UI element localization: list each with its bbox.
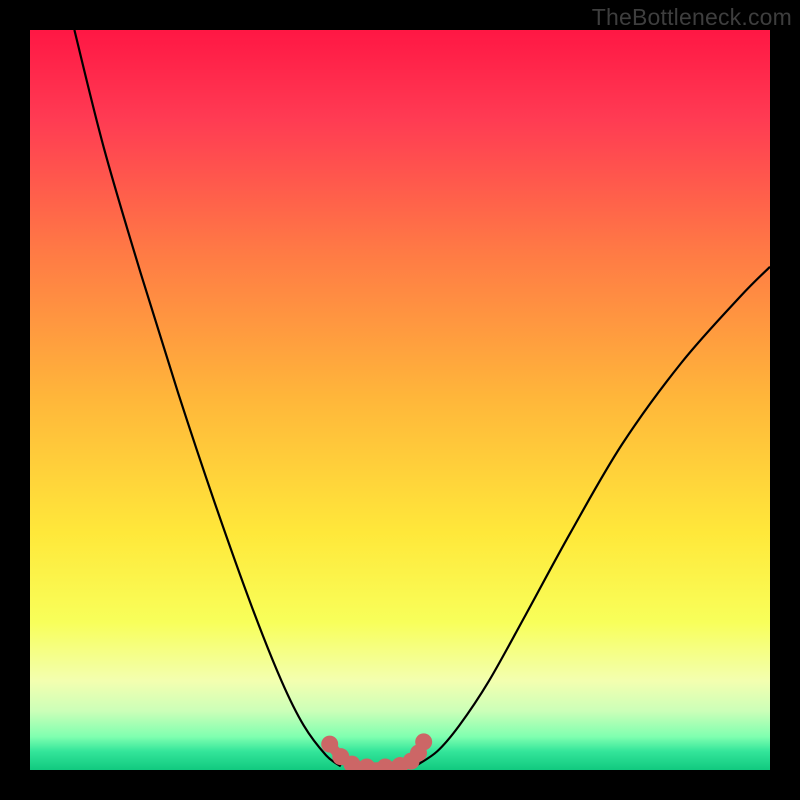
heatmap-background (30, 30, 770, 770)
watermark-text: TheBottleneck.com (592, 4, 792, 31)
outer-frame: TheBottleneck.com (0, 0, 800, 800)
chart-plot-area (30, 30, 770, 770)
highlight-dot (415, 733, 432, 750)
chart-svg (30, 30, 770, 770)
